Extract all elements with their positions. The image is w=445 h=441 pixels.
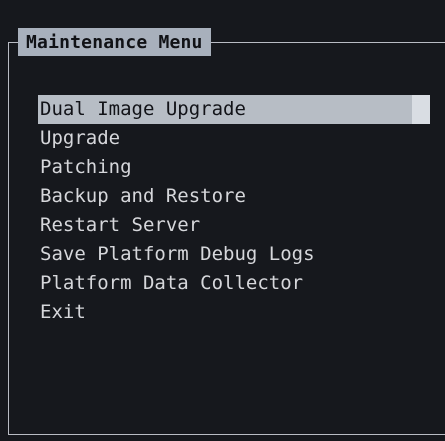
maintenance-menu-screen: Maintenance Menu Dual Image Upgrade Upgr… — [0, 0, 445, 441]
menu-item-exit[interactable]: Exit — [40, 298, 430, 327]
menu-item-dual-image-upgrade[interactable]: Dual Image Upgrade — [38, 95, 430, 124]
menu-item-platform-data-collector[interactable]: Platform Data Collector — [40, 269, 430, 298]
menu-title: Maintenance Menu — [18, 28, 211, 56]
menu-item-restart-server[interactable]: Restart Server — [40, 211, 430, 240]
menu-item-upgrade[interactable]: Upgrade — [40, 124, 430, 153]
menu-item-backup-and-restore[interactable]: Backup and Restore — [40, 182, 430, 211]
menu-item-patching[interactable]: Patching — [40, 153, 430, 182]
menu-item-save-platform-debug-logs[interactable]: Save Platform Debug Logs — [40, 240, 430, 269]
maintenance-menu-list: Dual Image Upgrade Upgrade Patching Back… — [38, 95, 430, 327]
